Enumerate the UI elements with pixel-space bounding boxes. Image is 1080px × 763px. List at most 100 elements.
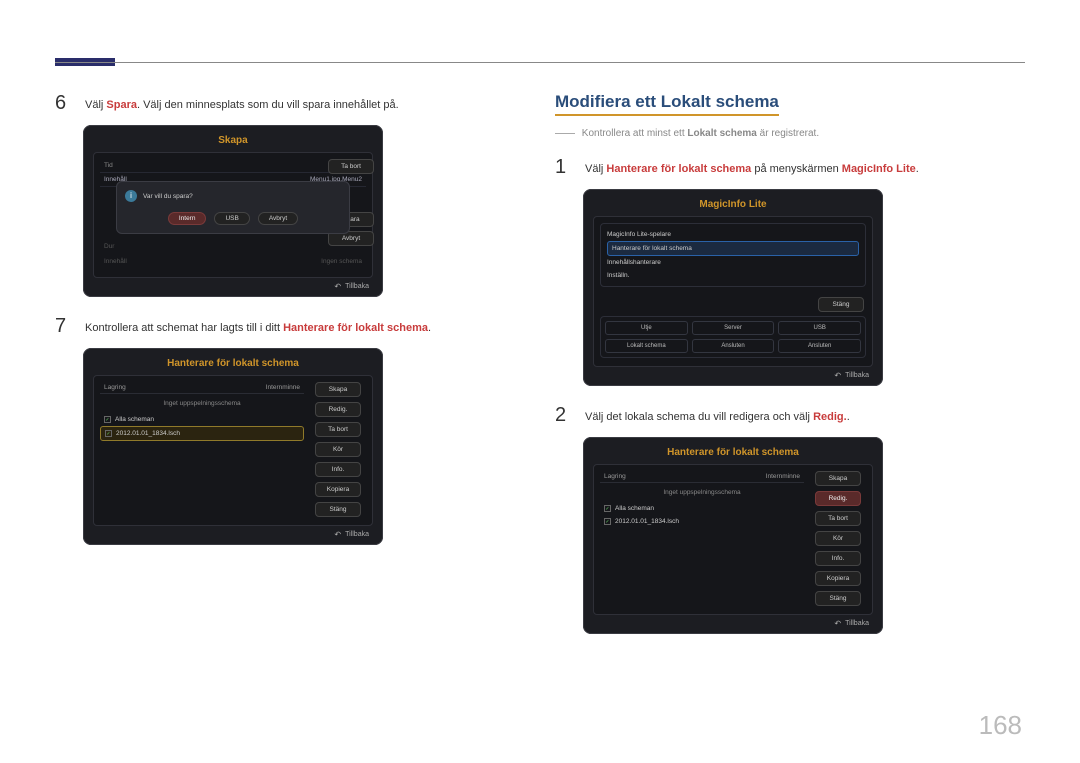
device-title: Hanterare för lokalt schema bbox=[593, 447, 873, 458]
schema-file-row[interactable]: ✓ 2012.01.01_1834.lsch bbox=[600, 515, 804, 528]
return-icon: ↶ bbox=[334, 530, 341, 539]
device-title: Skapa bbox=[93, 135, 373, 146]
device-title: MagicInfo Lite bbox=[593, 199, 873, 210]
label: Innehåll bbox=[104, 258, 127, 265]
col-intern: Internminne bbox=[266, 384, 300, 391]
right-pane: Skapa Redig. Ta bort Kör Info. Kopiera S… bbox=[310, 382, 366, 517]
save-dialog: i Var vill du spara? Intern USB Avbryt bbox=[116, 181, 350, 234]
kopiera-button[interactable]: Kopiera bbox=[815, 571, 861, 586]
device-body: MagicInfo Lite-spelare Hanterare för lok… bbox=[593, 216, 873, 367]
t: Välj det lokala schema du vill redigera … bbox=[585, 411, 813, 423]
step-number: 1 bbox=[555, 156, 573, 179]
info-icon: i bbox=[125, 190, 137, 202]
device-title: Hanterare för lokalt schema bbox=[93, 358, 373, 369]
step-text: Välj Hanterare för lokalt schema på meny… bbox=[585, 156, 919, 179]
device-magicinfo: MagicInfo Lite MagicInfo Lite-spelare Ha… bbox=[583, 189, 883, 386]
device-body: Tid Innehåll Menu1.jpg,Menu2 Ta bort Spa… bbox=[93, 152, 373, 278]
info-button[interactable]: Info. bbox=[315, 462, 361, 477]
hant-ref: Hanterare för lokalt schema bbox=[283, 322, 428, 334]
kopiera-button[interactable]: Kopiera bbox=[315, 482, 361, 497]
t: . bbox=[847, 411, 850, 423]
intern-button[interactable]: Intern bbox=[168, 212, 207, 225]
back-label: Tillbaka bbox=[345, 531, 369, 538]
avbryt-button[interactable]: Avbryt bbox=[258, 212, 298, 225]
device-hanterare-right: Hanterare för lokalt schema Lagring Inte… bbox=[583, 437, 883, 634]
stang-button[interactable]: Stäng bbox=[815, 591, 861, 606]
step-number: 7 bbox=[55, 315, 73, 338]
dialog-question: Var vill du spara? bbox=[143, 193, 193, 200]
kor-button[interactable]: Kör bbox=[315, 442, 361, 457]
schema-file-row[interactable]: ✓ 2012.01.01_1834.lsch bbox=[100, 426, 304, 441]
right-pane: Skapa Redig. Ta bort Kör Info. Kopiera S… bbox=[810, 471, 866, 606]
tabort-button[interactable]: Ta bort bbox=[315, 422, 361, 437]
return-icon: ↶ bbox=[834, 619, 841, 628]
row-tid: Tid bbox=[100, 159, 366, 173]
col-lagring: Lagring bbox=[604, 473, 626, 480]
magicinfo-ref: MagicInfo Lite bbox=[842, 163, 916, 175]
back-label: Tillbaka bbox=[345, 283, 369, 290]
tabort-button[interactable]: Ta bort bbox=[328, 159, 374, 174]
menu-item-hanterare[interactable]: Hanterare för lokalt schema bbox=[607, 241, 859, 256]
back-row[interactable]: ↶ Tillbaka bbox=[93, 278, 373, 293]
status-grid: Utje Server USB Lokalt schema Ansluten A… bbox=[600, 316, 866, 358]
lokalt-ref: Lokalt schema bbox=[687, 128, 756, 139]
list-head: Lagring Internminne bbox=[100, 382, 304, 394]
t: Välj bbox=[585, 163, 606, 175]
spara-ref: Spara bbox=[106, 99, 137, 111]
col-intern: Internminne bbox=[766, 473, 800, 480]
stang-button[interactable]: Stäng bbox=[315, 502, 361, 517]
usb-button[interactable]: USB bbox=[214, 212, 249, 225]
kor-button[interactable]: Kör bbox=[815, 531, 861, 546]
left-pane: Lagring Internminne Inget uppspelningssc… bbox=[600, 471, 804, 606]
page-number: 168 bbox=[979, 710, 1022, 741]
back-row[interactable]: ↶ Tillbaka bbox=[93, 526, 373, 541]
redig-ref: Redig. bbox=[813, 411, 847, 423]
redig-button[interactable]: Redig. bbox=[315, 402, 361, 417]
right-column: Modifiera ett Lokalt schema Kontrollera … bbox=[555, 92, 1025, 652]
section-heading: Modifiera ett Lokalt schema bbox=[555, 92, 779, 116]
faded-row-1: Dur bbox=[100, 239, 366, 254]
cell-ansluten-1: Ansluten bbox=[692, 339, 775, 353]
return-icon: ↶ bbox=[334, 282, 341, 291]
cell-ansluten-2: Ansluten bbox=[778, 339, 861, 353]
t: på menyskärmen bbox=[751, 163, 841, 175]
t: Kontrollera att minst ett bbox=[582, 128, 688, 139]
tabort-button[interactable]: Ta bort bbox=[815, 511, 861, 526]
t: är registrerat. bbox=[757, 128, 819, 139]
checkbox-icon: ✓ bbox=[104, 416, 111, 423]
back-row[interactable]: ↶ Tillbaka bbox=[593, 615, 873, 630]
menu-box: MagicInfo Lite-spelare Hanterare för lok… bbox=[600, 223, 866, 287]
skapa-button[interactable]: Skapa bbox=[815, 471, 861, 486]
faded-row-2: Innehåll Ingen schema bbox=[100, 254, 366, 269]
col-lagring: Lagring bbox=[104, 384, 126, 391]
cell-lokalt: Lokalt schema bbox=[605, 339, 688, 353]
step-text: Välj det lokala schema du vill redigera … bbox=[585, 404, 850, 427]
empty-msg: Inget uppspelningsschema bbox=[600, 483, 804, 502]
label: Tid bbox=[104, 162, 113, 169]
stang-button[interactable]: Stäng bbox=[818, 297, 864, 312]
alla-scheman-row[interactable]: ✓ Alla scheman bbox=[100, 413, 304, 426]
skapa-button[interactable]: Skapa bbox=[315, 382, 361, 397]
label: Alla scheman bbox=[115, 416, 154, 423]
return-icon: ↶ bbox=[834, 371, 841, 380]
back-row[interactable]: ↶ Tillbaka bbox=[593, 367, 873, 382]
checkbox-icon: ✓ bbox=[105, 430, 112, 437]
stang-row: Stäng bbox=[600, 293, 866, 316]
left-pane: Lagring Internminne Inget uppspelningssc… bbox=[100, 382, 304, 517]
menu-item-installn[interactable]: Inställn. bbox=[607, 269, 859, 282]
back-label: Tillbaka bbox=[845, 372, 869, 379]
dialog-buttons: Intern USB Avbryt bbox=[125, 212, 341, 225]
step-number: 2 bbox=[555, 404, 573, 427]
value: Ingen schema bbox=[321, 258, 362, 265]
alla-scheman-row[interactable]: ✓ Alla scheman bbox=[600, 502, 804, 515]
menu-item-innehall[interactable]: Innehållshanterare bbox=[607, 256, 859, 269]
info-button[interactable]: Info. bbox=[815, 551, 861, 566]
filename: 2012.01.01_1834.lsch bbox=[615, 518, 679, 525]
step-number: 6 bbox=[55, 92, 73, 115]
device-skapa: Skapa Tid Innehåll Menu1.jpg,Menu2 Ta bo… bbox=[83, 125, 383, 297]
cell-utje: Utje bbox=[605, 321, 688, 335]
redig-button[interactable]: Redig. bbox=[815, 491, 861, 506]
menu-item-player[interactable]: MagicInfo Lite-spelare bbox=[607, 228, 859, 241]
step-text: Kontrollera att schemat har lagts till i… bbox=[85, 315, 431, 338]
note: Kontrollera att minst ett Lokalt schema … bbox=[555, 126, 1025, 142]
